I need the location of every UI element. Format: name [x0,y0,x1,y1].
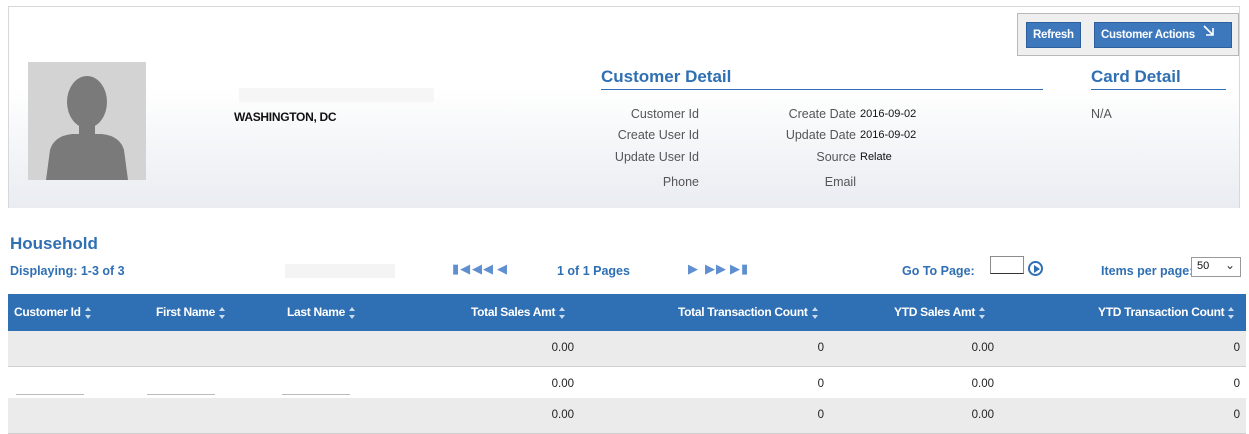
next-icon[interactable]: ▶ [688,261,699,277]
source-label: Source [816,150,856,164]
create-date-label: Create Date [788,107,856,121]
refresh-button[interactable]: Refresh [1026,22,1081,48]
col-last-name[interactable]: Last Name [287,305,356,320]
ytd-txn-cell: 0 [1233,409,1240,421]
customer-id-label: Customer Id [630,107,699,121]
customer-actions-label: Customer Actions [1101,29,1195,42]
last-page-icon[interactable]: ▶▮ [730,261,749,277]
household-title: Household [10,234,98,253]
col-ytd-transaction-count[interactable]: YTD Transaction Count [1098,305,1235,320]
card-detail-divider [1091,89,1226,90]
update-date-label: Update Date [785,128,856,142]
sort-icon[interactable] [811,306,819,320]
first-name-link[interactable] [147,394,215,395]
sort-icon[interactable] [979,306,986,320]
page-info: 1 of 1 Pages [557,264,630,278]
goto-page-label: Go To Page: [902,264,975,278]
first-page-icon[interactable]: ▮◀ [452,261,471,277]
ytd-sales-cell: 0.00 [971,342,994,354]
ytd-sales-cell: 0.00 [971,409,994,421]
col-label: Total Transaction Count [678,305,808,319]
total-txn-cell: 0 [817,378,824,390]
col-label: First Name [156,305,216,319]
customer-detail-title: Customer Detail [601,67,732,86]
table-row[interactable]: 0.00 0 0.00 0 [8,331,1246,367]
person-silhouette-icon [28,62,146,180]
last-name-link[interactable] [282,394,350,395]
col-total-transaction-count[interactable]: Total Transaction Count [678,305,819,320]
table-header: Customer Id First Name Last Name Total S… [8,294,1246,331]
goto-page-input[interactable] [990,256,1024,274]
go-icon[interactable] [1028,261,1043,276]
col-customer-id[interactable]: Customer Id [14,305,92,320]
rewind-icon[interactable]: ◀◀ [472,261,494,277]
customer-location: WASHINGTON, DC [234,110,337,124]
fast-forward-icon[interactable]: ▶▶ [705,261,727,277]
customer-id-link[interactable] [16,394,84,395]
previous-icon[interactable]: ◀ [497,261,508,277]
total-txn-cell: 0 [817,409,824,421]
chevron-down-icon: ⌄ [1224,258,1235,272]
col-ytd-sales-amt[interactable]: YTD Sales Amt [894,305,986,320]
source-value: Relate [860,151,892,163]
sort-icon[interactable] [219,306,226,320]
displaying-count: Displaying: 1-3 of 3 [10,264,125,278]
arrow-down-right-icon [1202,23,1216,47]
col-label: Total Sales Amt [471,305,556,319]
card-detail-title: Card Detail [1091,67,1181,86]
create-user-id-label: Create User Id [617,128,699,142]
items-per-page-select[interactable]: 50 ⌄ [1191,257,1241,277]
col-label: Last Name [287,305,345,319]
col-total-sales-amt[interactable]: Total Sales Amt [471,305,566,320]
redacted-field [285,264,395,278]
redacted-name [239,88,434,102]
total-sales-cell: 0.00 [551,409,574,421]
ytd-txn-cell: 0 [1233,342,1240,354]
col-first-name[interactable]: First Name [156,305,226,320]
sort-icon[interactable] [84,306,92,320]
phone-label: Phone [662,175,699,189]
col-label: YTD Transaction Count [1098,305,1225,319]
items-per-page-label: Items per page: [1101,264,1194,278]
avatar [28,62,146,180]
card-detail-value: N/A [1091,107,1112,121]
ytd-sales-cell: 0.00 [971,378,994,390]
customer-actions-button[interactable]: Customer Actions [1094,22,1232,48]
sort-icon[interactable] [349,306,356,320]
email-label: Email [824,175,856,189]
sort-icon[interactable] [559,306,566,320]
table-row[interactable]: 0.00 0 0.00 0 [8,398,1246,434]
col-label: Customer Id [14,305,81,319]
ytd-txn-cell: 0 [1233,378,1240,390]
customer-detail-divider [601,89,1043,90]
create-date-value: 2016-09-02 [860,108,917,120]
header-actions: Refresh Customer Actions [1017,13,1239,56]
col-label: YTD Sales Amt [894,305,976,319]
items-per-page-value: 50 [1197,260,1210,272]
update-user-id-label: Update User Id [614,150,699,164]
total-sales-cell: 0.00 [551,378,574,390]
total-txn-cell: 0 [817,342,824,354]
sort-icon[interactable] [1228,306,1235,320]
total-sales-cell: 0.00 [551,342,574,354]
update-date-value: 2016-09-02 [860,129,917,141]
